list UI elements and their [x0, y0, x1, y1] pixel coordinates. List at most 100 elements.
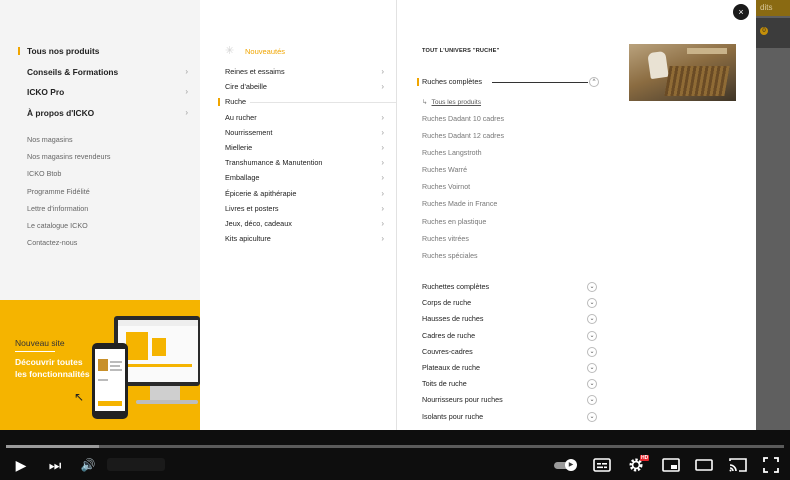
monitor-base — [136, 400, 198, 404]
accordion-item[interactable]: Nourrisseurs pour ruches ⌄ — [422, 394, 598, 410]
accordion-item[interactable]: Toits de ruche ⌄ — [422, 378, 598, 394]
category-item[interactable]: Miellerie › — [200, 142, 396, 157]
close-menu-button[interactable]: × — [733, 4, 749, 20]
ruches-completes-list: Ruches Dadant 10 cadres Ruches Dadant 12… — [422, 114, 504, 268]
secondary-nav-link[interactable]: Nos magasins revendeurs — [27, 152, 111, 169]
category-label: Épicerie & apithérapie — [225, 188, 297, 198]
subcategory-link[interactable]: Ruches spéciales — [422, 251, 504, 268]
expand-icon[interactable]: ⌄ — [587, 362, 597, 373]
category-item[interactable]: Cire d'abeille › — [200, 81, 396, 96]
category-item[interactable]: Jeux, déco, cadeaux › — [200, 218, 396, 233]
accordion-item[interactable]: Couvres-cadres ⌄ — [422, 346, 598, 362]
subcategory-link[interactable]: Ruches Langstroth — [422, 148, 504, 165]
main-nav-label: Tous nos produits — [27, 46, 100, 56]
universe-link[interactable]: TOUT L'UNIVERS "RUCHE" — [422, 48, 499, 54]
secondary-nav-link[interactable]: Programme Fidélité — [27, 187, 111, 204]
category-item[interactable]: Au rucher › — [200, 112, 396, 127]
chevron-right-icon: › — [381, 112, 384, 122]
accordion-item[interactable]: Isolants pour ruche ⌄ — [422, 411, 598, 427]
main-nav-item-about[interactable]: À propos d'ICKO › — [0, 106, 200, 127]
hd-badge: HD — [640, 455, 650, 461]
accordion-label: Couvres-cadres — [422, 346, 473, 356]
play-icon[interactable]: ▶ — [12, 454, 30, 476]
chevron-right-icon: › — [381, 203, 384, 213]
main-nav-label: À propos d'ICKO — [27, 107, 95, 118]
expand-icon[interactable]: ⌄ — [587, 395, 597, 406]
subcategory-panel: TOUT L'UNIVERS "RUCHE" Ruches complètes … — [397, 0, 756, 430]
expand-icon[interactable]: ⌄ — [587, 282, 597, 292]
ruches-completes-header[interactable]: Ruches complètes ^ — [417, 76, 599, 88]
category-label: Transhumance & Manutention — [225, 158, 323, 168]
subcategory-link[interactable]: Ruches vitrées — [422, 234, 504, 251]
autoplay-toggle[interactable]: ▶ — [554, 459, 578, 471]
accordion-label: Isolants pour ruche — [422, 411, 484, 421]
collapse-icon[interactable]: ^ — [589, 77, 599, 87]
category-item[interactable]: Livres et posters › — [200, 203, 396, 218]
expand-icon[interactable]: ⌄ — [587, 298, 597, 309]
secondary-nav-link[interactable]: Contactez-nous — [27, 238, 111, 255]
category-item[interactable]: Transhumance & Manutention › — [200, 157, 396, 172]
accordion-item[interactable]: Hausses de ruches ⌄ — [422, 313, 598, 329]
subtitles-icon[interactable] — [593, 458, 611, 472]
volume-icon[interactable]: 🔊 — [78, 454, 98, 476]
accordion-item[interactable]: Plateaux de ruche ⌄ — [422, 362, 598, 378]
expand-icon[interactable]: ⌄ — [587, 346, 597, 357]
category-item[interactable]: Épicerie & apithérapie › — [200, 188, 396, 203]
main-nav: Tous nos produits Conseils & Formations ›… — [0, 44, 200, 126]
main-nav-item-advice[interactable]: Conseils & Formations › — [0, 65, 200, 86]
accordion-item[interactable]: Ruchettes complètes ⌄ — [422, 281, 598, 297]
category-list: Reines et essaims › Cire d'abeille › Ruche… — [200, 66, 396, 248]
main-nav-item-pro[interactable]: ICKO Pro › — [0, 85, 200, 106]
beehive-photo — [629, 44, 736, 101]
fullscreen-icon[interactable] — [763, 457, 779, 473]
category-label: Ruche — [225, 97, 247, 107]
theater-mode-icon[interactable] — [695, 458, 713, 472]
expand-icon[interactable]: ⌄ — [587, 330, 597, 341]
promo-divider — [15, 351, 55, 352]
chevron-right-icon: › — [381, 234, 384, 244]
main-nav-label: Conseils & Formations — [27, 66, 119, 77]
next-icon[interactable]: ⏭ — [45, 454, 65, 476]
accordion-label: Cadres de ruche — [422, 330, 476, 340]
page-stage: dits 0 Tous nos produits Conseils & Form… — [0, 0, 790, 430]
accordion-label: Hausses de ruches — [422, 314, 484, 324]
secondary-nav: Nos magasins Nos magasins revendeurs ICK… — [27, 135, 111, 255]
category-item[interactable]: Kits apiculture › — [200, 233, 396, 248]
category-item[interactable]: Emballage › — [200, 172, 396, 187]
expand-icon[interactable]: ⌄ — [587, 379, 597, 390]
category-item-ruche[interactable]: Ruche — [200, 96, 396, 111]
accordion-label: Plateaux de ruche — [422, 362, 480, 372]
secondary-nav-link[interactable]: ICKO Btob — [27, 169, 111, 186]
subcategory-link[interactable]: Ruches Made in France — [422, 199, 504, 216]
video-player-controls — [0, 430, 790, 480]
section-underline — [492, 82, 588, 83]
video-progress-bar[interactable] — [6, 445, 784, 448]
subcategory-link[interactable]: Ruches Dadant 10 cadres — [422, 114, 504, 131]
cast-icon[interactable] — [728, 457, 748, 473]
subcategory-link[interactable]: Ruches en plastique — [422, 217, 504, 234]
expand-icon[interactable]: ⌄ — [587, 411, 597, 422]
secondary-nav-link[interactable]: Lettre d'information — [27, 204, 111, 221]
chevron-right-icon: › — [381, 67, 384, 76]
category-label: Reines et essaims — [225, 67, 285, 76]
secondary-nav-link[interactable]: Nos magasins — [27, 135, 111, 152]
main-nav-item-products[interactable]: Tous nos produits — [0, 44, 200, 65]
chevron-right-icon: › — [185, 87, 188, 96]
accordion-item[interactable]: Corps de ruche ⌄ — [422, 297, 598, 313]
all-products-link[interactable]: ↳ Tous les produits — [422, 98, 481, 106]
subcategory-link[interactable]: Ruches Warré — [422, 165, 504, 182]
secondary-nav-link[interactable]: Le catalogue ICKO — [27, 221, 111, 238]
category-item[interactable]: Reines et essaims › — [200, 66, 396, 81]
new-site-promo-banner[interactable]: Nouveau site Découvrir toutes les foncti… — [0, 300, 200, 430]
category-panel: ✳ Nouveautés Reines et essaims › Cire d'a… — [200, 0, 397, 430]
subcategory-link[interactable]: Ruches Dadant 12 cadres — [422, 131, 504, 148]
miniplayer-icon[interactable] — [662, 458, 680, 472]
accordion-item[interactable]: Cadres de ruche ⌄ — [422, 330, 598, 346]
main-nav-label: ICKO Pro — [27, 87, 65, 97]
subcategory-link[interactable]: Ruches Voirnot — [422, 182, 504, 199]
accordion-list: Ruchettes complètes ⌄ Corps de ruche ⌄ Hau… — [422, 281, 598, 427]
expand-icon[interactable]: ⌄ — [587, 314, 597, 325]
category-item[interactable]: Nourrissement › — [200, 127, 396, 142]
background-page — [756, 0, 790, 430]
chevron-right-icon: › — [381, 218, 384, 228]
